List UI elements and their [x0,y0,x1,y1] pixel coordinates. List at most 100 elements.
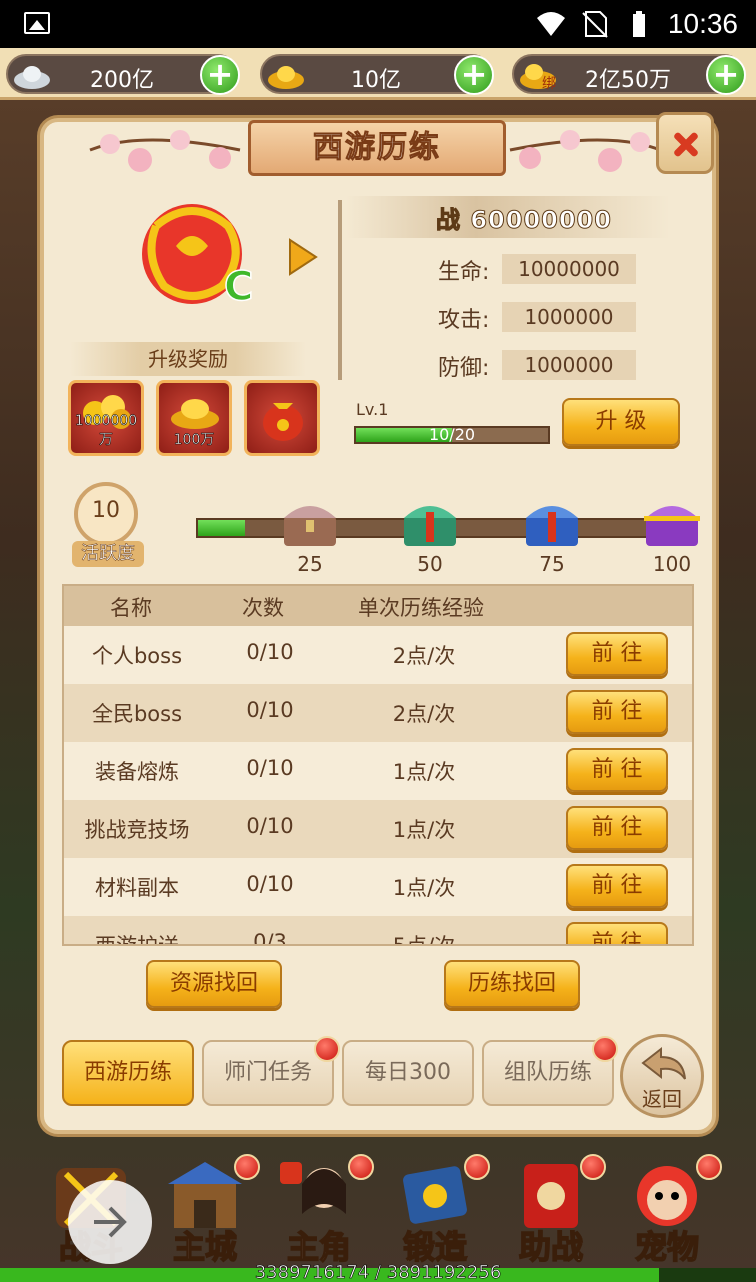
activity-label: 活跃度 [72,541,144,567]
close-button[interactable] [656,112,714,174]
rank-emblem-icon: C [142,204,254,311]
notification-dot [234,1154,260,1180]
chest-threshold: 75 [539,552,565,576]
currency-silver: 200亿 + [6,54,240,95]
currency-value: 200亿 [90,68,154,93]
training-table: 名称 次数 单次历练经验 个人boss 0/10 2点/次 前 往 全民boss… [62,584,694,946]
notification-dot [592,1036,618,1062]
row-exp: 5点/次 [392,934,456,946]
currency-bar: 200亿 + 10亿 + 绑 2亿50万 + [0,48,756,100]
activity-badge: 10 [74,482,138,546]
add-silver-button[interactable]: + [200,55,240,95]
table-row: 个人boss 0/10 2点/次 前 往 [64,626,692,684]
status-bar: 10:36 [0,0,756,48]
chest-50-icon[interactable] [398,494,462,550]
row-exp: 1点/次 [392,818,456,842]
row-name: 装备熔炼 [95,760,179,784]
nav-city[interactable]: 主城 [150,1150,260,1267]
row-exp: 2点/次 [392,702,456,726]
back-button[interactable]: 返回 [620,1034,704,1118]
notification-dot [348,1154,374,1180]
notification-dot [580,1154,606,1180]
notification-dot [696,1154,722,1180]
row-count: 0/10 [246,814,294,838]
row-name: 挑战竞技场 [84,818,190,842]
combat-power: 战 60000000 [346,196,670,238]
divider [338,200,342,380]
back-label: 返回 [642,1087,682,1111]
reward-item-bag[interactable] [244,380,320,456]
treasure-bag-icon [263,403,303,441]
go-button[interactable]: 前 往 [566,690,668,734]
back-arrow-icon [641,1046,686,1080]
chest-100-icon[interactable] [640,494,704,550]
nav-hero[interactable]: 主角 [264,1150,374,1267]
level-label: Lv.1 [356,400,389,419]
row-count: 0/10 [246,872,294,896]
reward-qty: 100万 [173,432,215,449]
chest-75-icon[interactable] [520,494,584,550]
column-header-count: 次数 [242,596,284,620]
nav-assist[interactable]: 助战 [496,1150,606,1267]
upgrade-reward-header: 升级奖励 [70,342,306,376]
experience-text: 3389716174 / 3891192256 [254,1262,502,1282]
stat-hp-label: 生命: [438,260,490,285]
row-name: 西游护送 [95,934,179,946]
level-progress-bar: 10/20 [354,425,550,444]
svg-text:C: C [224,264,253,310]
table-row: 挑战竞技场 0/10 1点/次 前 往 [64,800,692,858]
go-button[interactable]: 前 往 [566,922,668,944]
row-name: 材料副本 [95,876,179,900]
floating-assistive-button[interactable] [68,1180,152,1264]
upgrade-button[interactable]: 升 级 [562,398,680,446]
tab-daily-300[interactable]: 每日300 [342,1040,474,1106]
row-name: 全民boss [91,702,183,726]
resource-recover-button[interactable]: 资源找回 [146,960,282,1008]
row-name: 个人boss [91,644,183,668]
reward-qty: 1000000万 [74,413,138,449]
nav-forge[interactable]: 锻造 [380,1150,490,1267]
chest-threshold: 25 [297,552,323,576]
upgrade-reward-title: 升级奖励 [148,347,228,371]
nav-pet[interactable]: 宠物 [612,1150,722,1267]
add-bound-gold-button[interactable]: + [706,55,746,95]
notification-dot [464,1154,490,1180]
chest-25-icon[interactable] [278,494,342,550]
table-header: 名称 次数 单次历练经验 [64,586,692,626]
stat-attack-value: 1000000 [502,302,636,332]
go-button[interactable]: 前 往 [566,864,668,908]
gold-ingots-icon [171,399,219,429]
row-count: 0/10 [246,640,294,664]
row-count: 0/3 [253,930,287,946]
notification-dot [314,1036,340,1062]
currency-value: 10亿 [351,68,401,93]
chest-threshold: 50 [417,552,443,576]
activity-progress-fill [198,520,246,536]
wifi-icon [536,12,565,36]
table-row: 装备熔炼 0/10 1点/次 前 往 [64,742,692,800]
experience-bar: 3389716174 / 3891192256 [0,1262,756,1282]
combat-power-value: 战 60000000 [436,206,612,235]
table-row: 全民boss 0/10 2点/次 前 往 [64,684,692,742]
arrow-right-icon [94,1206,127,1238]
row-exp: 1点/次 [392,760,456,784]
training-recover-button[interactable]: 历练找回 [444,960,580,1008]
currency-bound-gold: 绑 2亿50万 + [512,54,746,95]
go-button[interactable]: 前 往 [566,806,668,850]
row-exp: 2点/次 [392,644,456,668]
arrow-right-icon[interactable] [286,236,320,278]
chest-threshold: 100 [652,552,692,576]
row-count: 0/10 [246,698,294,722]
tab-journey-training[interactable]: 西游历练 [62,1040,194,1106]
currency-gold: 10亿 + [260,54,494,95]
column-header-exp: 单次历练经验 [358,596,484,620]
go-button[interactable]: 前 往 [566,748,668,792]
go-button[interactable]: 前 往 [566,632,668,676]
panel-title-text: 西游历练 [313,130,441,166]
stat-attack-label: 攻击: [438,308,490,333]
reward-item-gold[interactable]: 100万 [156,380,232,456]
gold-ingot-icon [268,66,304,89]
add-gold-button[interactable]: + [454,55,494,95]
activity-value: 10 [92,498,120,523]
reward-item-coins[interactable]: 1000000万 [68,380,144,456]
